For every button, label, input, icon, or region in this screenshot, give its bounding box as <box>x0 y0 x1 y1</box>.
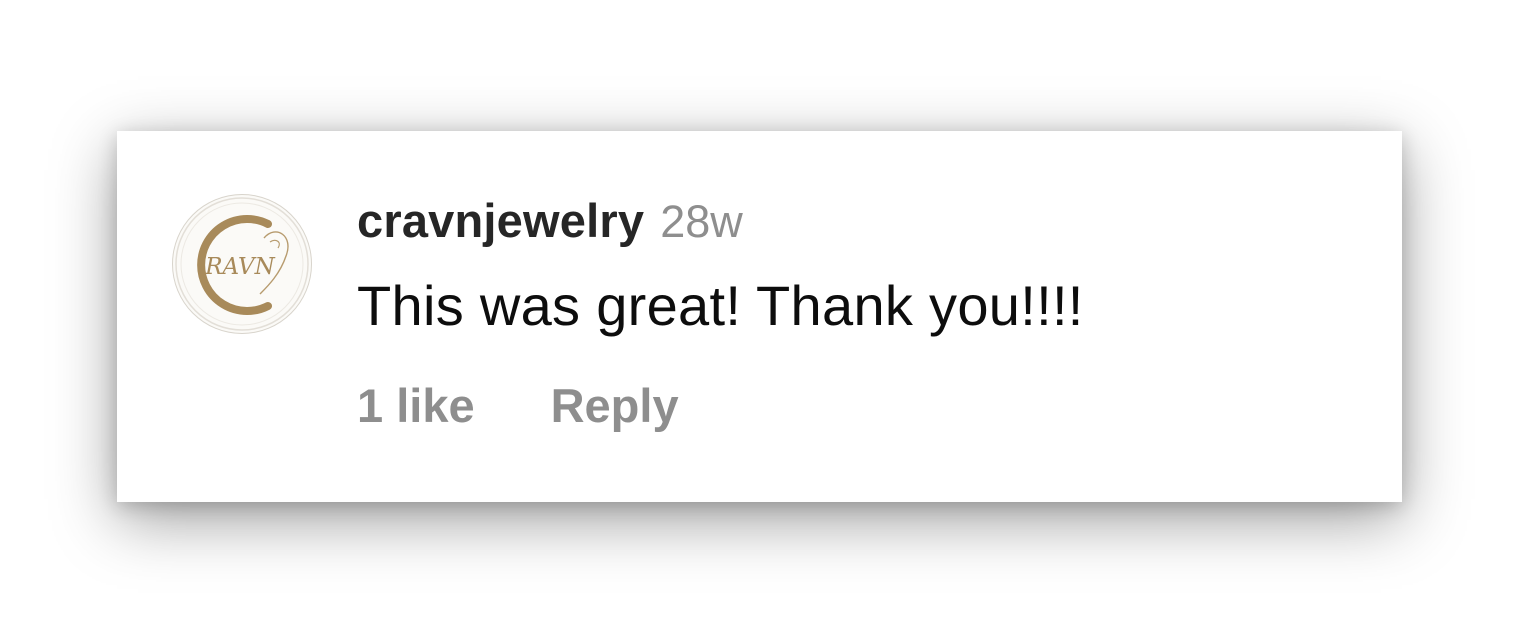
likes-count[interactable]: 1 like <box>357 376 475 436</box>
comment-actions: 1 like Reply <box>357 376 679 448</box>
timestamp[interactable]: 28w <box>660 196 743 247</box>
reply-button[interactable]: Reply <box>551 376 679 436</box>
comment-card: RAVN cravnjewelry 28w This was great! Tha… <box>117 131 1402 502</box>
cravn-logo-icon: RAVN <box>175 197 309 331</box>
avatar[interactable]: RAVN <box>172 194 312 334</box>
avatar-logo-text: RAVN <box>204 254 275 280</box>
comment-text: This was great! Thank you!!!! <box>357 274 1084 337</box>
comment-header: cravnjewelry 28w <box>357 189 743 265</box>
username[interactable]: cravnjewelry <box>357 194 644 247</box>
